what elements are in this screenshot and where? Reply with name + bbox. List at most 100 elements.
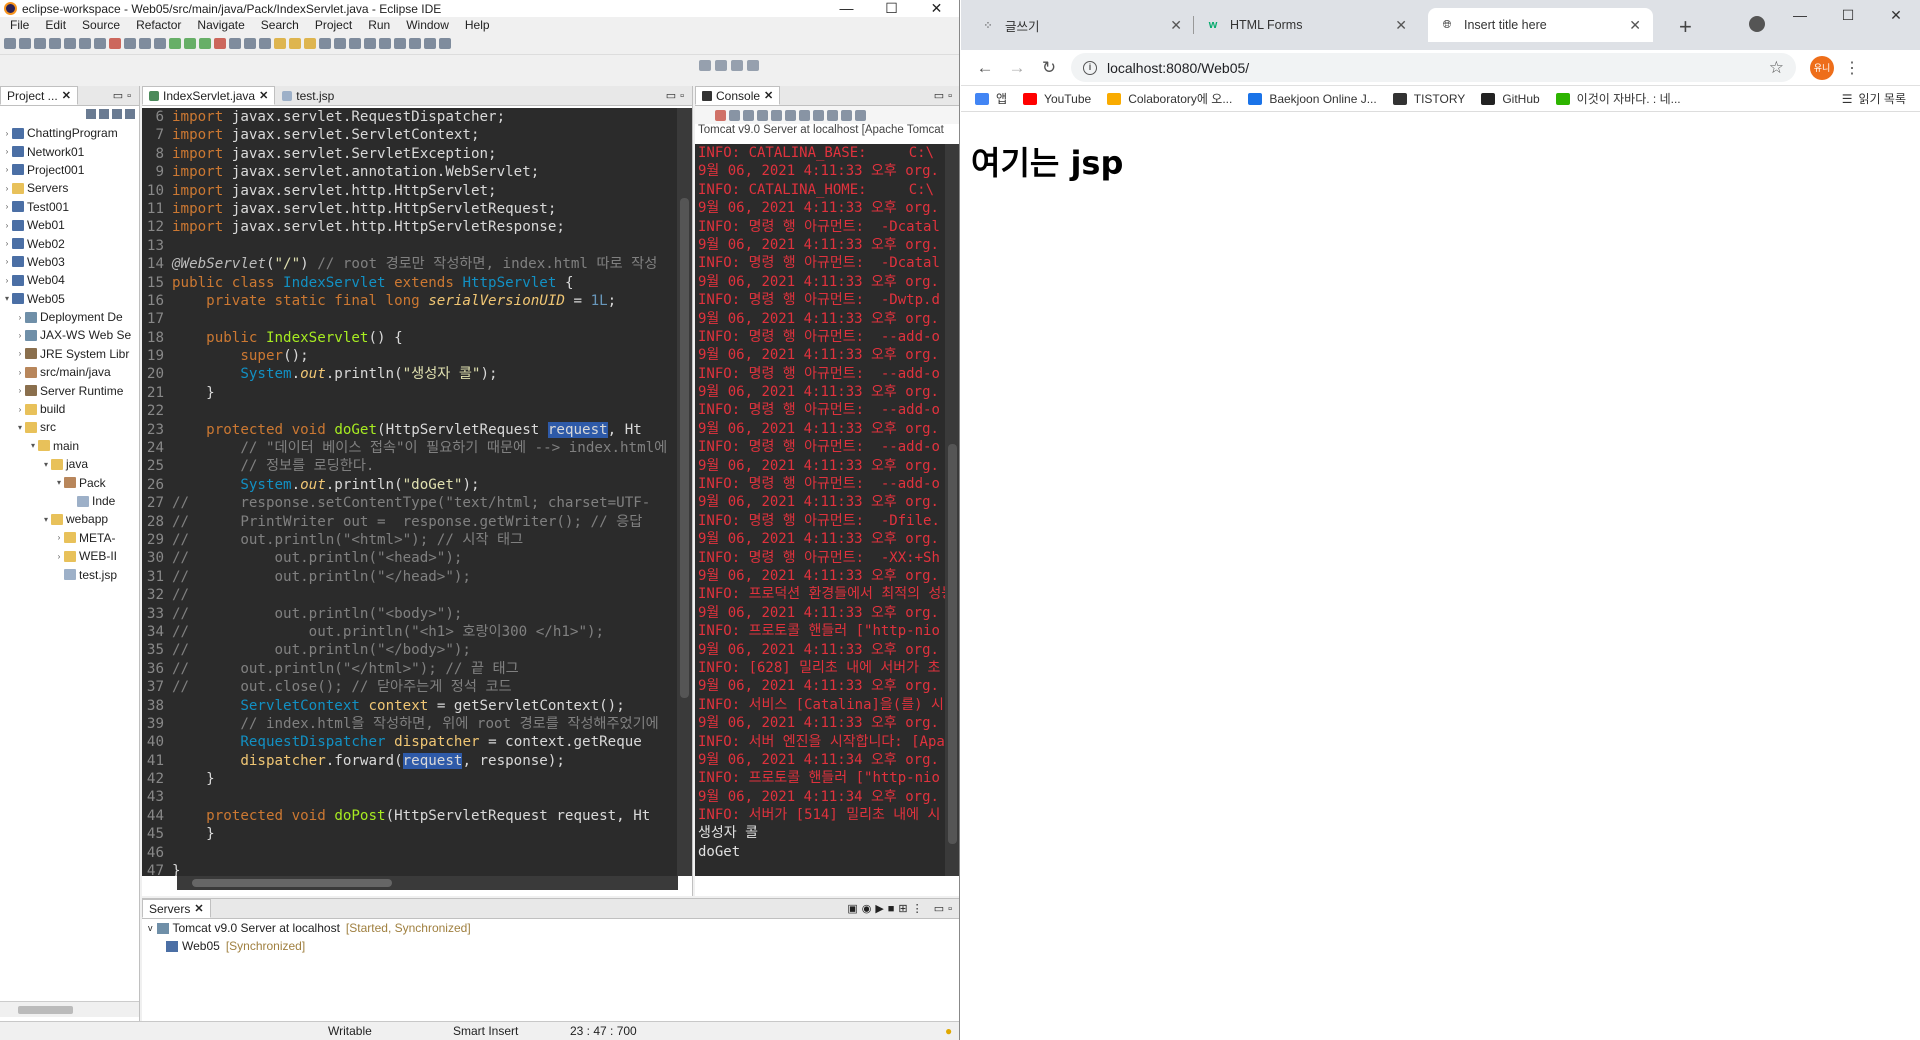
reload-icon[interactable]: ↻ (1033, 58, 1065, 78)
close-icon[interactable]: ✕ (259, 89, 268, 102)
collapsed-arrow-icon[interactable]: › (15, 313, 25, 322)
collapse-all-icon[interactable] (86, 109, 96, 119)
view-minimize-maximize-icon[interactable]: ▭▫ (934, 89, 956, 102)
tree-item[interactable]: ▾ webapp (0, 510, 139, 528)
show-whitespace-icon[interactable] (349, 38, 361, 49)
new-tab-button[interactable]: + (1679, 14, 1692, 40)
tab-servers[interactable]: Servers ✕ (142, 899, 211, 918)
open-type-icon[interactable] (274, 38, 286, 49)
collapsed-arrow-icon[interactable]: › (15, 386, 25, 395)
tree-item[interactable]: › JAX-WS Web Se (0, 326, 139, 344)
address-bar[interactable]: i localhost:8080/Web05/ ☆ (1071, 53, 1796, 82)
back-icon[interactable] (409, 38, 421, 49)
close-tab-icon[interactable]: ✕ (1629, 17, 1641, 34)
open-task-icon[interactable] (289, 38, 301, 49)
terminate-icon[interactable] (109, 38, 121, 49)
expanded-arrow-icon[interactable]: ▾ (41, 515, 51, 524)
browser-tab[interactable]: ⁘ 글쓰기 ✕ (969, 8, 1194, 42)
collapsed-arrow-icon[interactable]: › (15, 349, 25, 358)
menu-project[interactable]: Project (307, 18, 360, 32)
toggle-mark-occurrences-icon[interactable] (319, 38, 331, 49)
link-editor-icon[interactable] (99, 109, 109, 119)
search-perspective-icon[interactable] (699, 59, 711, 71)
tree-item[interactable]: ▾ java (0, 455, 139, 473)
tree-item[interactable]: › ChattingProgram (0, 124, 139, 142)
expand-arrow-icon[interactable]: v (148, 923, 153, 933)
back-arrow-icon[interactable]: ← (969, 58, 1001, 78)
save-all-icon[interactable] (34, 38, 46, 49)
tree-item[interactable]: › WEB-II (0, 547, 139, 565)
collapsed-arrow-icon[interactable]: › (15, 405, 25, 414)
pin-console-icon[interactable] (827, 109, 838, 121)
tree-item[interactable]: › Deployment De (0, 308, 139, 326)
reading-list-button[interactable]: ☰ 읽기 목록 (1842, 90, 1906, 107)
collapsed-arrow-icon[interactable]: › (15, 331, 25, 340)
next-annotation-icon[interactable] (364, 38, 376, 49)
collapsed-arrow-icon[interactable]: › (2, 257, 12, 266)
tab-indexservlet-java[interactable]: IndexServlet.java ✕ (142, 86, 276, 105)
tree-item[interactable]: ▾ main (0, 437, 139, 455)
tree-item[interactable]: ▾ src (0, 418, 139, 436)
server-module-row[interactable]: Web05 [Synchronized] (142, 937, 959, 955)
forward-icon[interactable] (424, 38, 436, 49)
step-return-icon[interactable] (154, 38, 166, 49)
open-console-icon[interactable] (855, 109, 866, 121)
suspend-icon[interactable] (94, 38, 106, 49)
expanded-arrow-icon[interactable]: ▾ (54, 478, 64, 487)
close-icon[interactable]: ✕ (194, 902, 203, 915)
tip-icon[interactable]: ● (945, 1024, 952, 1038)
tree-item[interactable]: › Web01 (0, 216, 139, 234)
tree-item[interactable]: ▾ Pack (0, 473, 139, 491)
java-perspective-icon[interactable] (747, 59, 759, 71)
bookmark-item[interactable]: 이것이 자바다. : 네... (1555, 90, 1681, 107)
display-console-icon[interactable] (841, 109, 852, 121)
tree-item[interactable]: › build (0, 400, 139, 418)
forward-arrow-icon[interactable]: → (1001, 58, 1033, 78)
tab-console[interactable]: Console ✕ (695, 86, 781, 105)
tree-item[interactable]: › META- (0, 529, 139, 547)
bookmark-item[interactable]: 앱 (975, 90, 1007, 107)
print-icon[interactable] (49, 38, 61, 49)
tree-item[interactable]: › Web02 (0, 234, 139, 252)
bookmark-item[interactable]: GitHub (1481, 92, 1540, 106)
close-tab-icon[interactable]: ✕ (1170, 17, 1182, 34)
maximize-button[interactable]: ☐ (1824, 0, 1872, 30)
menu-file[interactable]: File (2, 18, 37, 32)
collapsed-arrow-icon[interactable]: › (2, 129, 12, 138)
profile-avatar[interactable]: 유니 (1810, 55, 1834, 80)
last-edit-icon[interactable] (394, 38, 406, 49)
tree-item[interactable]: › Servers (0, 179, 139, 197)
step-into-icon[interactable] (124, 38, 136, 49)
console-output[interactable]: INFO: CATALINA_BASE: C:\ 9월 06, 2021 4:11… (695, 144, 945, 876)
tab-search-icon[interactable] (1749, 16, 1765, 32)
menu-run[interactable]: Run (360, 18, 398, 32)
tree-item[interactable]: › Test001 (0, 198, 139, 216)
resume-icon[interactable] (79, 38, 91, 49)
bookmark-item[interactable]: YouTube (1023, 92, 1091, 106)
collapsed-arrow-icon[interactable]: › (54, 533, 64, 542)
show-on-stdout-icon[interactable] (799, 109, 810, 121)
collapsed-arrow-icon[interactable]: › (2, 239, 12, 248)
expanded-arrow-icon[interactable]: ▾ (28, 441, 38, 450)
site-info-icon[interactable]: i (1083, 60, 1097, 75)
collapsed-arrow-icon[interactable]: › (2, 221, 12, 230)
new-class-icon[interactable] (259, 38, 271, 49)
java-ee-perspective-icon[interactable] (731, 59, 743, 71)
show-on-stderr-icon[interactable] (813, 109, 824, 121)
maximize-button[interactable]: ☐ (869, 0, 914, 17)
tree-item[interactable]: ▾ Web05 (0, 290, 139, 308)
code-editor[interactable]: 6 import javax.servlet.RequestDispatcher;… (142, 108, 678, 876)
close-icon[interactable]: ✕ (62, 89, 71, 102)
new-package-icon[interactable] (244, 38, 256, 49)
tree-item[interactable]: › Network01 (0, 142, 139, 160)
menu-search[interactable]: Search (253, 18, 307, 32)
terminate-icon[interactable] (715, 109, 726, 121)
close-window-button[interactable]: ✕ (1872, 0, 1920, 30)
servers-toolbar-icons[interactable]: ▣◉▶■⊞⋮ ▭▫ (847, 902, 956, 915)
step-over-icon[interactable] (139, 38, 151, 49)
debug-icon[interactable] (169, 38, 181, 49)
close-icon[interactable]: ✕ (764, 89, 773, 102)
filter-icon[interactable] (112, 109, 122, 119)
word-wrap-icon[interactable] (785, 109, 796, 121)
menu-refactor[interactable]: Refactor (128, 18, 189, 32)
